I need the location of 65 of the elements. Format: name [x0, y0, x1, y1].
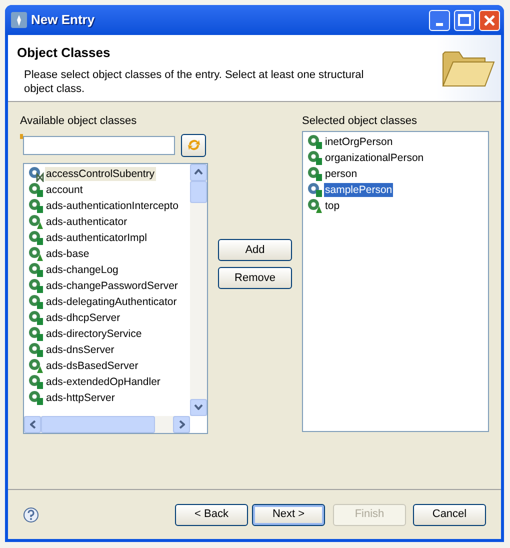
- vertical-scrollbar[interactable]: [190, 164, 207, 416]
- list-item[interactable]: ads-authenticationIntercepto: [45, 198, 180, 212]
- section-label: Selected object classes: [302, 114, 418, 129]
- app-icon: [11, 12, 27, 28]
- object-class-icon: [307, 150, 323, 166]
- scroll-thumb[interactable]: [190, 180, 207, 202]
- page-description: Please select object classes of the entry. Select at least one structural object class.: [24, 68, 365, 96]
- section-label: Available object classes: [20, 114, 138, 129]
- object-class-icon: [28, 278, 44, 294]
- object-class-icon: [28, 310, 44, 326]
- list-item[interactable]: ads-changeLog: [45, 262, 120, 276]
- wizard-button[interactable]: Cancel: [413, 504, 486, 526]
- filter-field[interactable]: [23, 136, 175, 154]
- window-title: New Entry: [31, 11, 96, 30]
- object-class-icon: [28, 214, 44, 230]
- object-class-icon: [307, 182, 323, 198]
- object-class-icon: [307, 198, 323, 214]
- object-class-icon: [28, 358, 44, 374]
- list-item[interactable]: ads-dnsServer: [45, 342, 116, 356]
- list-item[interactable]: ads-dsBasedServer: [45, 358, 140, 372]
- list-item[interactable]: account: [45, 182, 84, 196]
- close-icon: [484, 14, 495, 26]
- object-class-icon: [28, 262, 44, 278]
- object-class-icon: [307, 134, 323, 150]
- list-item[interactable]: ads-delegatingAuthenticator: [45, 294, 178, 308]
- object-class-icon: [307, 166, 323, 182]
- list-item[interactable]: accessControlSubentry: [45, 166, 156, 180]
- help-icon[interactable]: [23, 506, 39, 522]
- object-class-icon: [28, 326, 44, 342]
- wizard-button[interactable]: < Back: [175, 504, 248, 526]
- transfer-button[interactable]: Add: [218, 239, 292, 261]
- list-item[interactable]: top: [324, 198, 341, 212]
- page-title: Object Classes: [17, 44, 112, 62]
- refresh-icon: [186, 137, 202, 153]
- maximize-icon: [458, 14, 471, 26]
- list-item[interactable]: ads-authenticator: [45, 214, 128, 228]
- object-class-icon: [28, 294, 44, 310]
- refresh-button[interactable]: [181, 134, 206, 156]
- list-item[interactable]: ads-base: [45, 246, 90, 260]
- list-item[interactable]: person: [324, 166, 358, 180]
- list-item[interactable]: inetOrgPerson: [324, 134, 394, 148]
- object-class-icon: [28, 182, 44, 198]
- object-class-icon: [28, 198, 44, 214]
- object-class-icon: [28, 342, 44, 358]
- object-class-icon: [28, 390, 44, 406]
- object-class-icon: [28, 374, 44, 390]
- list-item[interactable]: ads-extendedOpHandler: [45, 374, 162, 388]
- transfer-button[interactable]: Remove: [218, 267, 292, 289]
- list-item[interactable]: ads-changePasswordServer: [45, 278, 179, 292]
- maximize-button[interactable]: [454, 10, 475, 30]
- list-item[interactable]: ads-directoryService: [45, 326, 143, 340]
- list-item[interactable]: samplePerson: [324, 182, 394, 196]
- minimize-icon: [436, 22, 443, 26]
- list-item[interactable]: organizationalPerson: [324, 150, 425, 164]
- close-button[interactable]: [479, 10, 500, 30]
- minimize-button[interactable]: [429, 10, 450, 30]
- list-item[interactable]: ads-dhcpServer: [45, 310, 122, 324]
- list-item[interactable]: ads-httpServer: [45, 390, 116, 404]
- list-item[interactable]: ads-authenticatorImpl: [45, 230, 148, 244]
- hint-icon: [20, 134, 23, 138]
- object-class-icon: [28, 246, 44, 262]
- scroll-thumb[interactable]: [41, 416, 155, 432]
- wizard-button[interactable]: Next >: [252, 504, 325, 526]
- horizontal-scrollbar[interactable]: [24, 416, 190, 432]
- object-class-icon: [28, 230, 44, 246]
